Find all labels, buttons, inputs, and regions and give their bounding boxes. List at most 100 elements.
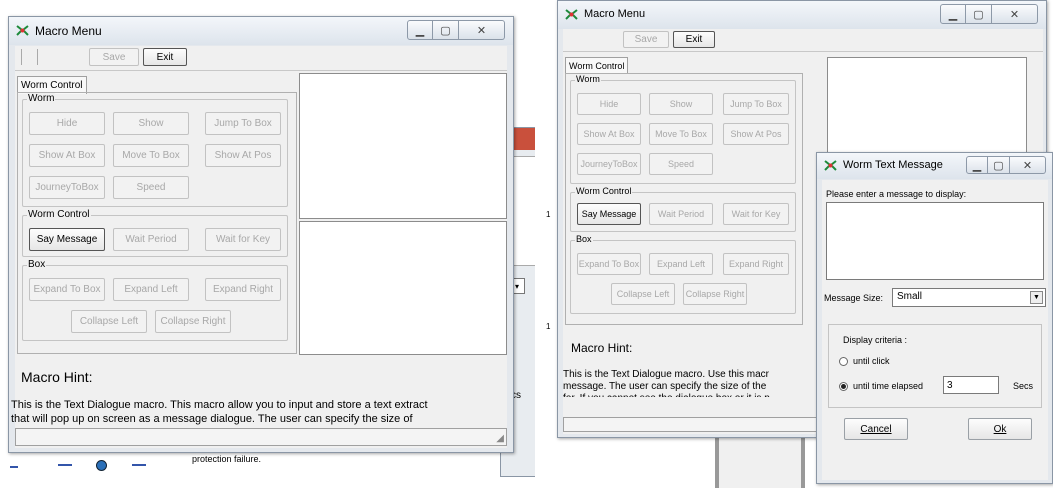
background-text-1: 1 [546, 210, 551, 219]
preview-pane-top[interactable] [299, 73, 507, 219]
cancel-button[interactable]: Cancel [844, 418, 908, 440]
until-click-radio[interactable] [839, 357, 848, 366]
worm-control-group: Worm Control Say Message Wait Period Wai… [570, 186, 796, 232]
wait-for-key-button[interactable]: Wait for Key [723, 203, 789, 225]
worm-control-group: Worm Control Say Message Wait Period Wai… [22, 209, 288, 257]
dot-icon [96, 460, 107, 471]
expand-to-box-button[interactable]: Expand To Box [29, 278, 105, 301]
maximize-button[interactable]: ▢ [966, 4, 992, 24]
macro-hint-title: Macro Hint: [21, 369, 93, 385]
display-criteria-panel: Display criteria : until click until tim… [828, 324, 1042, 408]
until-time-label[interactable]: until time elapsed [853, 381, 923, 391]
journey-to-box-button[interactable]: JourneyToBox [29, 176, 105, 199]
expand-to-box-button[interactable]: Expand To Box [577, 253, 641, 275]
worm-group: Worm Hide Show Jump To Box Show At Box M… [22, 93, 288, 207]
display-criteria-label: Display criteria : [843, 335, 908, 345]
macro-menu-window: Macro Menu ▁ ▢ ✕ Save Exit Worm Control … [8, 16, 514, 453]
window-title: Macro Menu [35, 24, 102, 38]
wait-period-button[interactable]: Wait Period [649, 203, 713, 225]
maximize-button[interactable]: ▢ [988, 156, 1010, 174]
save-button[interactable]: Save [623, 31, 669, 48]
cancel-button-label: Cancel [860, 423, 892, 435]
minimize-button[interactable]: ▁ [966, 156, 988, 174]
collapse-left-button[interactable]: Collapse Left [71, 310, 147, 333]
move-to-box-button[interactable]: Move To Box [113, 144, 189, 167]
close-button[interactable]: ✕ [459, 20, 505, 40]
wait-for-key-button[interactable]: Wait for Key [205, 228, 281, 251]
dialog-title-bar[interactable]: Worm Text Message ▁ ▢ ✕ [817, 153, 1052, 179]
expand-right-button[interactable]: Expand Right [723, 253, 789, 275]
speed-button[interactable]: Speed [649, 153, 713, 175]
wait-period-button[interactable]: Wait Period [113, 228, 189, 251]
box-group-label: Box [575, 234, 593, 244]
worm-group-label: Worm [27, 93, 56, 104]
ok-button-label: Ok [993, 423, 1007, 435]
resize-grip-icon[interactable]: ◢ [496, 433, 504, 444]
jump-to-box-button[interactable]: Jump To Box [723, 93, 789, 115]
message-textarea[interactable] [826, 202, 1044, 280]
worm-text-message-dialog: Worm Text Message ▁ ▢ ✕ Please enter a m… [816, 152, 1053, 484]
dialog-title: Worm Text Message [843, 159, 943, 171]
collapse-right-button[interactable]: Collapse Right [683, 283, 747, 305]
dialog-client-area: Please enter a message to display: Messa… [822, 180, 1048, 480]
tab-worm-control[interactable]: Worm Control [565, 57, 629, 74]
macro-hint-text: This is the Text Dialogue macro. Use thi… [563, 369, 770, 397]
show-at-box-button[interactable]: Show At Box [29, 144, 105, 167]
toolbar-divider [15, 70, 507, 71]
expand-left-button[interactable]: Expand Left [649, 253, 713, 275]
show-button[interactable]: Show [649, 93, 713, 115]
minimize-button[interactable]: ▁ [407, 20, 433, 40]
minimize-button[interactable]: ▁ [940, 4, 966, 24]
show-at-pos-button[interactable]: Show At Pos [205, 144, 281, 167]
toolbar-separator [21, 49, 22, 65]
window-title: Macro Menu [584, 8, 646, 20]
message-size-label: Message Size: [824, 293, 884, 303]
save-button[interactable]: Save [89, 48, 139, 66]
show-at-pos-button[interactable]: Show At Pos [723, 123, 789, 145]
jump-to-box-button[interactable]: Jump To Box [205, 112, 281, 135]
exit-button[interactable]: Exit [143, 48, 187, 66]
expand-left-button[interactable]: Expand Left [113, 278, 189, 301]
left-screenshot: ▾ cs protection failure. Macro Menu ▁ ▢ … [0, 0, 535, 488]
journey-to-box-button[interactable]: JourneyToBox [577, 153, 641, 175]
time-input[interactable] [943, 376, 999, 394]
title-bar[interactable]: Macro Menu ▁ ▢ ✕ [558, 1, 1046, 29]
exit-button[interactable]: Exit [673, 31, 715, 48]
show-at-box-button[interactable]: Show At Box [577, 123, 641, 145]
box-group: Box Expand To Box Expand Left Expand Rig… [570, 234, 796, 314]
toolbar-divider [563, 51, 1043, 52]
box-group: Box Expand To Box Expand Left Expand Rig… [22, 259, 288, 341]
worm-app-icon [565, 9, 578, 20]
move-to-box-button[interactable]: Move To Box [649, 123, 713, 145]
say-message-button[interactable]: Say Message [29, 228, 105, 251]
say-message-button[interactable]: Say Message [577, 203, 641, 225]
macro-hint: Macro Hint: This is the Text Dialogue ma… [563, 327, 823, 397]
worm-app-icon [824, 160, 837, 171]
tab-page: Worm Hide Show Jump To Box Show At Box M… [565, 73, 803, 325]
until-click-label[interactable]: until click [853, 356, 890, 366]
box-group-label: Box [27, 259, 47, 270]
speed-button[interactable]: Speed [113, 176, 189, 199]
hide-button[interactable]: Hide [577, 93, 641, 115]
title-bar[interactable]: Macro Menu ▁ ▢ ✕ [9, 17, 513, 45]
expand-right-button[interactable]: Expand Right [205, 278, 281, 301]
ok-button[interactable]: Ok [968, 418, 1032, 440]
client-area: Save Exit Worm Control Worm Hide Show Ju… [11, 46, 507, 448]
message-size-value: Small [897, 291, 923, 302]
worm-control-group-label: Worm Control [27, 209, 91, 220]
close-button[interactable]: ✕ [1010, 156, 1046, 174]
message-size-select[interactable]: Small ▼ [892, 288, 1046, 307]
hide-button[interactable]: Hide [29, 112, 105, 135]
maximize-button[interactable]: ▢ [433, 20, 459, 40]
message-prompt-label: Please enter a message to display: [826, 189, 967, 199]
preview-pane-bottom[interactable] [299, 221, 507, 355]
chevron-down-icon: ▼ [1030, 291, 1043, 304]
collapse-left-button[interactable]: Collapse Left [611, 283, 675, 305]
dash-icon [58, 464, 72, 466]
status-bar: ◢ [15, 428, 507, 446]
close-button[interactable]: ✕ [992, 4, 1038, 24]
collapse-right-button[interactable]: Collapse Right [155, 310, 231, 333]
show-button[interactable]: Show [113, 112, 189, 135]
until-time-radio[interactable] [839, 382, 848, 391]
worm-group-label: Worm [575, 74, 601, 84]
